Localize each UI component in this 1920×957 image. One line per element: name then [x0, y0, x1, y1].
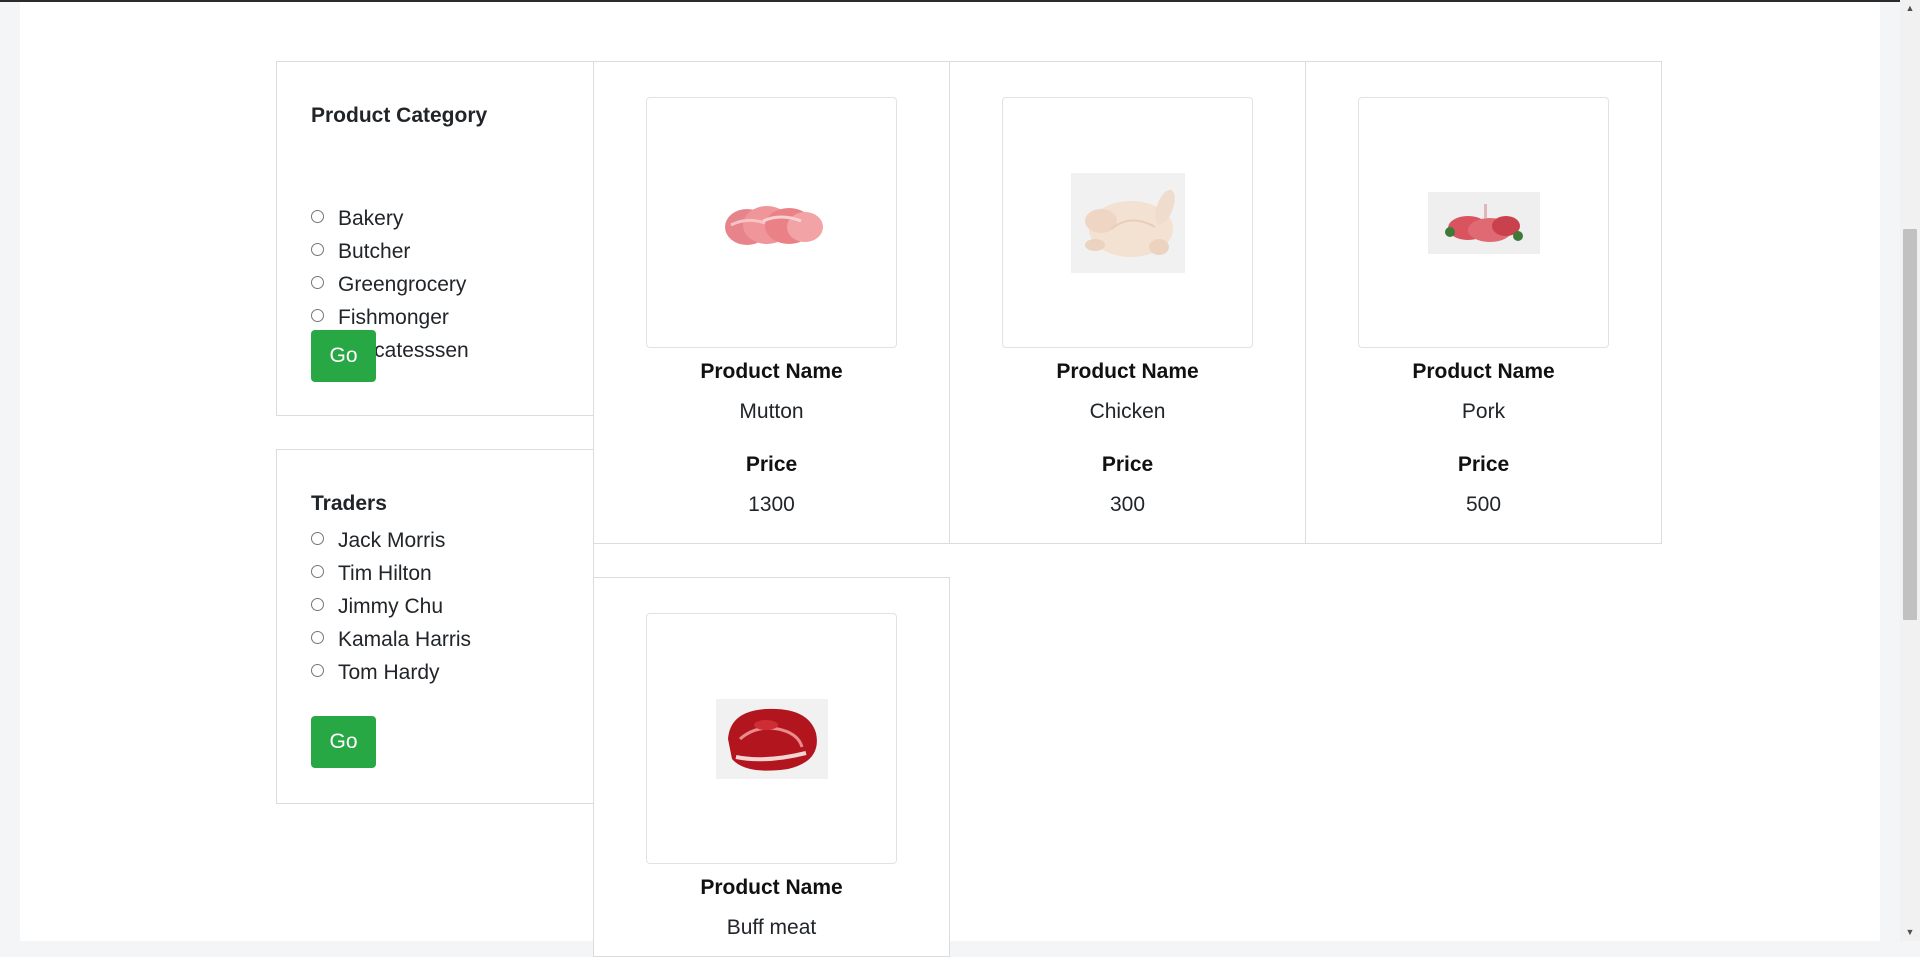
product-name: Chicken [1089, 400, 1166, 423]
radio-button[interactable] [311, 275, 324, 289]
price-label: Price [1101, 453, 1154, 476]
product-card-chicken[interactable]: Product Name Chicken Price 300 [949, 61, 1306, 544]
vertical-scrollbar[interactable]: ▲ ▼ [1900, 0, 1920, 941]
option-label: Kamala Harris [338, 628, 472, 651]
option-label: Bakery [338, 207, 404, 230]
option-label: Greengrocery [338, 273, 467, 296]
page-content: Product Category Bakery Butcher Greengro… [20, 2, 1880, 957]
product-price: 1300 [748, 493, 795, 516]
radio-button[interactable] [311, 308, 324, 322]
price-label: Price [745, 453, 798, 476]
product-name-label: Product Name [1412, 360, 1555, 383]
option-label: Tom Hardy [338, 661, 440, 684]
scroll-up-arrow-icon[interactable]: ▲ [1900, 0, 1920, 17]
radio-button[interactable] [311, 242, 324, 256]
product-image-frame[interactable] [646, 613, 897, 864]
radio-button[interactable] [311, 663, 324, 677]
scroll-down-arrow-icon[interactable]: ▼ [1900, 924, 1920, 941]
traders-filter-title: Traders [311, 492, 387, 515]
category-option-bakery[interactable]: Bakery [311, 204, 403, 234]
trader-option-tim-hilton[interactable]: Tim Hilton [311, 559, 432, 589]
radio-button[interactable] [311, 564, 324, 578]
trader-option-jimmy-chu[interactable]: Jimmy Chu [311, 592, 443, 622]
product-name: Mutton [739, 400, 804, 423]
option-label: Jimmy Chu [338, 595, 444, 618]
radio-button[interactable] [311, 597, 324, 611]
trader-option-kamala-harris[interactable]: Kamala Harris [311, 625, 471, 655]
mutton-image-icon [724, 205, 823, 245]
buff-meat-image-icon [715, 698, 828, 779]
product-card-pork[interactable]: Product Name Pork Price 500 [1305, 61, 1662, 544]
category-option-fishmonger[interactable]: Fishmonger [311, 303, 449, 333]
product-price: 300 [1109, 493, 1146, 516]
product-name-label: Product Name [700, 360, 843, 383]
product-name: Buff meat [726, 916, 817, 939]
product-name: Pork [1461, 400, 1506, 423]
option-label: Tim Hilton [338, 562, 432, 585]
price-label: Price [1457, 453, 1510, 476]
pork-image-icon [1427, 191, 1540, 254]
product-image-frame[interactable] [1002, 97, 1253, 348]
product-image-frame[interactable] [646, 97, 897, 348]
category-option-butcher[interactable]: Butcher [311, 237, 410, 267]
option-label: Fishmonger [338, 306, 449, 329]
scrollbar-thumb[interactable] [1903, 229, 1917, 620]
option-label: Jack Morris [338, 529, 446, 552]
traders-filter-panel: Traders Jack Morris Tim Hilton Jimmy Chu… [276, 449, 594, 804]
category-filter-title: Product Category [311, 104, 488, 127]
trader-option-jack-morris[interactable]: Jack Morris [311, 526, 445, 556]
product-name-label: Product Name [1056, 360, 1199, 383]
traders-go-button[interactable]: Go [311, 716, 376, 768]
product-name-label: Product Name [700, 876, 843, 899]
chicken-image-icon [1070, 172, 1185, 273]
product-card-buff-meat[interactable]: Product Name Buff meat [593, 577, 950, 957]
category-filter-panel: Product Category Bakery Butcher Greengro… [276, 61, 594, 416]
product-image-frame[interactable] [1358, 97, 1609, 348]
radio-button[interactable] [311, 209, 324, 223]
category-go-button[interactable]: Go [311, 330, 376, 382]
radio-button[interactable] [311, 531, 324, 545]
option-label: Butcher [338, 240, 411, 263]
radio-button[interactable] [311, 630, 324, 644]
product-card-mutton[interactable]: Product Name Mutton Price 1300 [593, 61, 950, 544]
product-price: 500 [1465, 493, 1502, 516]
category-option-greengrocery[interactable]: Greengrocery [311, 270, 466, 300]
trader-option-tom-hardy[interactable]: Tom Hardy [311, 658, 440, 688]
